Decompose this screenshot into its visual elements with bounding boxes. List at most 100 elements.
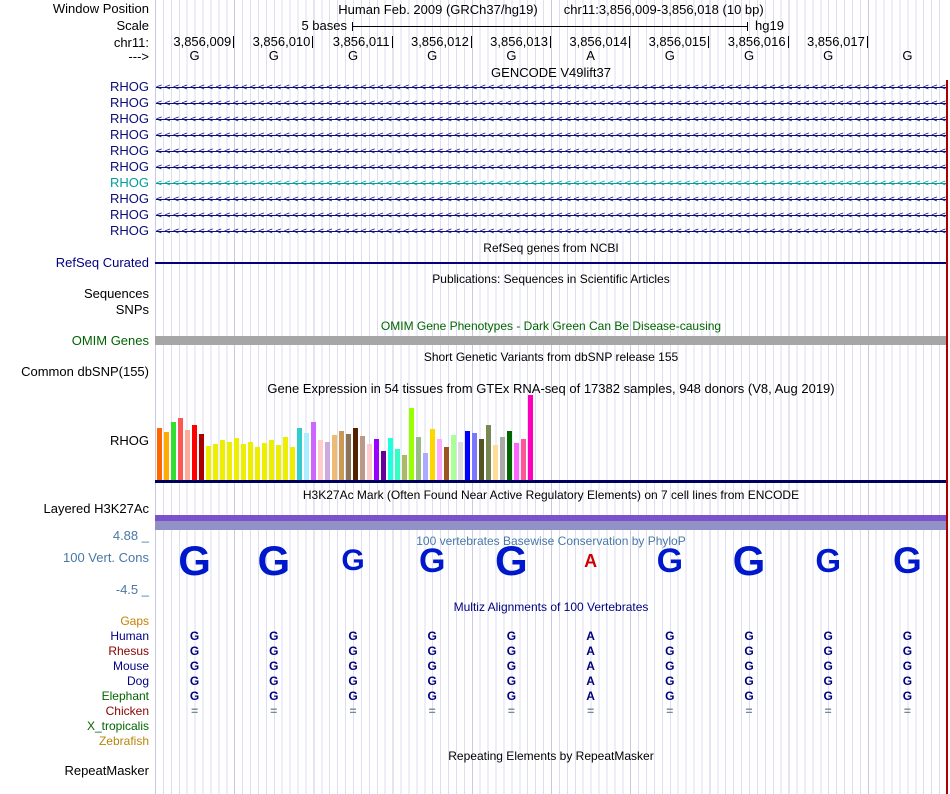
gtex-tissue-bar xyxy=(346,434,351,480)
refseq-gene-bar[interactable] xyxy=(155,262,947,264)
scale-track-label: Scale xyxy=(116,18,149,33)
dbsnp-track-title[interactable]: Short Genetic Variants from dbSNP releas… xyxy=(155,350,947,364)
alignment-base: G xyxy=(506,659,517,673)
omim-track-label[interactable]: OMIM Genes xyxy=(0,334,149,348)
transcript-arrows[interactable]: <<<<<<<<<<<<<<<<<<<<<<<<<<<<<<<<<<<<<<<<… xyxy=(156,96,946,111)
gtex-tissue-bar xyxy=(199,434,204,480)
species-label[interactable]: Human xyxy=(0,629,149,643)
gtex-expression-chart[interactable] xyxy=(157,395,533,480)
alignment-base: = xyxy=(507,704,515,718)
gtex-tissue-bar xyxy=(283,437,288,480)
species-label[interactable]: Gaps xyxy=(0,614,149,628)
conservation-max-label: 4.88 _ xyxy=(112,528,149,543)
gtex-tissue-bar xyxy=(164,432,169,480)
refseq-track-title[interactable]: RefSeq genes from NCBI xyxy=(155,241,947,255)
species-label[interactable]: Elephant xyxy=(0,689,149,703)
alignment-base: G xyxy=(189,644,200,658)
transcript-arrows[interactable]: <<<<<<<<<<<<<<<<<<<<<<<<<<<<<<<<<<<<<<<<… xyxy=(156,160,946,175)
publications-track-title[interactable]: Publications: Sequences in Scientific Ar… xyxy=(155,272,947,286)
transcript-arrows[interactable]: <<<<<<<<<<<<<<<<<<<<<<<<<<<<<<<<<<<<<<<<… xyxy=(156,208,946,223)
alignment-base: G xyxy=(427,689,437,703)
transcript-arrows[interactable]: <<<<<<<<<<<<<<<<<<<<<<<<<<<<<<<<<<<<<<<<… xyxy=(156,192,946,207)
ucsc-genome-browser: Window Position Human Feb. 2009 (GRCh37/… xyxy=(0,0,950,794)
gtex-tissue-bar xyxy=(255,447,260,480)
conservation-letter: G xyxy=(257,537,291,584)
species-label[interactable]: Mouse xyxy=(0,659,149,673)
gencode-track-title[interactable]: GENCODE V49lift37 xyxy=(155,66,947,80)
alignment-base: G xyxy=(506,674,517,688)
alignment-base: G xyxy=(427,644,437,658)
gtex-tissue-bar xyxy=(444,447,449,480)
conservation-letter: G xyxy=(178,537,211,584)
gene-label[interactable]: RHOG xyxy=(0,160,149,174)
strand-direction-label: ---> xyxy=(128,49,149,64)
publications-sequences-label[interactable]: Sequences xyxy=(0,287,149,301)
conservation-track-label[interactable]: 100 Vert. Cons xyxy=(0,551,149,565)
alignment-base: G xyxy=(269,644,279,658)
gtex-tissue-bar xyxy=(269,440,274,480)
h3k27ac-track-title[interactable]: H3K27Ac Mark (Often Found Near Active Re… xyxy=(155,488,947,502)
transcript-arrows[interactable]: <<<<<<<<<<<<<<<<<<<<<<<<<<<<<<<<<<<<<<<<… xyxy=(156,144,946,159)
gene-label[interactable]: RHOG xyxy=(0,96,149,110)
publications-snps-label[interactable]: SNPs xyxy=(0,303,149,317)
gtex-tissue-bar xyxy=(297,428,302,480)
gtex-tissue-bar xyxy=(430,429,435,480)
repeatmasker-track-title[interactable]: Repeating Elements by RepeatMasker xyxy=(155,749,947,763)
gtex-tissue-bar xyxy=(465,431,470,480)
gtex-track-title[interactable]: Gene Expression in 54 tissues from GTEx … xyxy=(155,382,947,396)
species-label[interactable]: Rhesus xyxy=(0,644,149,658)
base-letter: G xyxy=(268,48,279,63)
transcript-arrows[interactable]: <<<<<<<<<<<<<<<<<<<<<<<<<<<<<<<<<<<<<<<<… xyxy=(156,224,946,239)
transcript-arrows[interactable]: <<<<<<<<<<<<<<<<<<<<<<<<<<<<<<<<<<<<<<<<… xyxy=(156,80,946,95)
gtex-tissue-bar xyxy=(416,437,421,480)
assembly-tag: hg19 xyxy=(755,18,784,33)
gtex-tissue-bar xyxy=(213,444,218,480)
alignment-base: G xyxy=(506,644,517,658)
alignment-base: = xyxy=(349,704,357,718)
alignment-base: G xyxy=(823,674,833,688)
gene-label[interactable]: RHOG xyxy=(0,80,149,94)
omim-gene-bar[interactable] xyxy=(155,336,947,345)
gtex-tissue-bar xyxy=(472,433,477,480)
omim-track-title[interactable]: OMIM Gene Phenotypes - Dark Green Can Be… xyxy=(155,319,947,333)
h3k27ac-track-label[interactable]: Layered H3K27Ac xyxy=(0,502,149,516)
gene-label[interactable]: RHOG xyxy=(0,112,149,126)
position-header: Human Feb. 2009 (GRCh37/hg19) chr11:3,85… xyxy=(155,2,947,17)
ruler-position-label: 3,856,014 xyxy=(569,35,631,48)
gtex-tissue-bar xyxy=(409,408,414,480)
dbsnp-track-label[interactable]: Common dbSNP(155) xyxy=(0,365,149,379)
conservation-letter: G xyxy=(418,541,446,580)
scale-value: 5 bases xyxy=(301,18,347,33)
gtex-tissue-bar xyxy=(262,443,267,480)
alignment-base: A xyxy=(586,674,595,688)
base-letter: G xyxy=(189,48,200,63)
gene-label[interactable]: RHOG xyxy=(0,192,149,206)
transcript-arrows[interactable]: <<<<<<<<<<<<<<<<<<<<<<<<<<<<<<<<<<<<<<<<… xyxy=(156,112,946,127)
species-label[interactable]: Dog xyxy=(0,674,149,688)
alignment-base: G xyxy=(348,674,358,688)
gene-label[interactable]: RHOG xyxy=(0,208,149,222)
gene-label[interactable]: RHOG xyxy=(0,176,149,190)
ruler-position-label: 3,856,010 xyxy=(253,35,314,48)
gene-label[interactable]: RHOG xyxy=(0,224,149,238)
alignment-base: G xyxy=(269,629,279,643)
multiz-track-title[interactable]: Multiz Alignments of 100 Vertebrates xyxy=(155,600,947,614)
transcript-arrows[interactable]: <<<<<<<<<<<<<<<<<<<<<<<<<<<<<<<<<<<<<<<<… xyxy=(156,128,946,143)
ruler-position-label: 3,856,012 xyxy=(411,35,472,48)
species-label[interactable]: X_tropicalis xyxy=(0,719,149,733)
chromosome-label: chr11: xyxy=(113,35,149,50)
alignment-base: G xyxy=(744,644,754,658)
gtex-gene-label[interactable]: RHOG xyxy=(0,434,149,448)
conservation-letter: G xyxy=(893,540,922,581)
refseq-track-label[interactable]: RefSeq Curated xyxy=(0,256,149,270)
species-label[interactable]: Zebrafish xyxy=(0,734,149,748)
gene-label[interactable]: RHOG xyxy=(0,128,149,142)
repeatmasker-track-label[interactable]: RepeatMasker xyxy=(0,764,149,778)
ruler-position-label: 3,856,009 xyxy=(173,35,235,48)
h3k27ac-signal-bottom[interactable] xyxy=(155,521,947,530)
alignment-base: G xyxy=(744,674,754,688)
base-letter: G xyxy=(427,48,438,63)
gene-label[interactable]: RHOG xyxy=(0,144,149,158)
species-label[interactable]: Chicken xyxy=(0,704,149,718)
transcript-arrows[interactable]: <<<<<<<<<<<<<<<<<<<<<<<<<<<<<<<<<<<<<<<<… xyxy=(156,176,946,191)
